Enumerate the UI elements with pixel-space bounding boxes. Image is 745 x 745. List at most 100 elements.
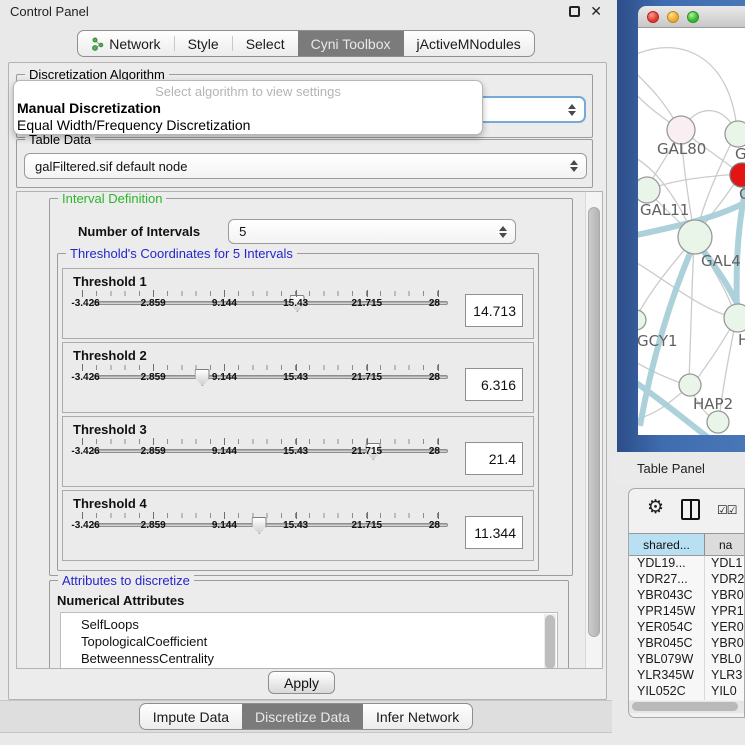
control-panel: Control Panel ✕ Network — [0, 0, 612, 745]
table-panel-titlebar: Table Panel — [612, 452, 745, 485]
svg-text:GAL80: GAL80 — [657, 140, 706, 158]
node-bottom[interactable] — [707, 411, 729, 433]
node-gal4[interactable] — [678, 220, 712, 254]
right-section: GAL80 G C GAL11 GAL4 GCY1 H HAP2 Table P… — [612, 0, 745, 745]
table-data-group: Table Data galFiltered.sif default node — [16, 139, 593, 188]
threshold-box: Threshold 4 11.344 — [62, 490, 534, 561]
threshold-value-field[interactable]: 21.4 — [465, 442, 523, 475]
svg-text:G: G — [735, 145, 745, 163]
tab-style[interactable]: Style — [175, 31, 232, 56]
tab-infer-network[interactable]: Infer Network — [363, 704, 472, 729]
slider-tick-labels: -3.4262.8599.14415.4321.71528 — [82, 298, 438, 310]
table-panel: ⚙ ☑☑ shared... na YDL19...YDL1 YDR27...Y… — [628, 488, 745, 718]
numerical-attributes-label: Numerical Attributes — [57, 593, 568, 608]
threshold-value-field[interactable]: 6.316 — [465, 368, 523, 401]
node-gal11[interactable] — [638, 177, 660, 203]
cyni-toolbox-pane: Discretization Algorithm Table Data galF… — [8, 62, 607, 700]
svg-text:GCY1: GCY1 — [638, 332, 678, 350]
tab-impute-data[interactable]: Impute Data — [140, 704, 242, 729]
table-panel-title: Table Panel — [637, 461, 705, 476]
node-h[interactable] — [724, 304, 745, 332]
settings-scrollpane: Interval Definition Number of Intervals … — [16, 191, 603, 669]
svg-text:HAP2: HAP2 — [693, 395, 733, 413]
table-row[interactable]: YIL052CYIL0 — [629, 684, 744, 700]
panel-title: Control Panel — [10, 4, 89, 19]
tab-jactivemnodules[interactable]: jActiveMNodules — [404, 31, 534, 56]
control-panel-titlebar: Control Panel ✕ — [0, 0, 612, 22]
spinner-arrows-icon[interactable] — [499, 226, 507, 238]
node-gcy1[interactable] — [638, 310, 646, 330]
attributes-list: SelfLoops TopologicalCoefficient Between… — [60, 612, 558, 669]
dropdown-hint: Select algorithm to view settings — [14, 84, 482, 100]
algorithm-dropdown-popup: Select algorithm to view settings Manual… — [13, 80, 483, 135]
tab-discretize-data[interactable]: Discretize Data — [242, 704, 363, 729]
threshold-box: Threshold 2 6.316 — [62, 342, 534, 413]
tab-select[interactable]: Select — [233, 31, 298, 56]
number-of-intervals-combobox[interactable]: 5 — [228, 219, 516, 244]
bottom-tabbar: Impute Data Discretize Data Infer Networ… — [0, 700, 612, 733]
table-row[interactable]: YLR345WYLR3 — [629, 668, 744, 684]
list-item[interactable]: SelfLoops — [81, 616, 557, 633]
group-title: Interval Definition — [58, 191, 166, 206]
table-row[interactable]: YER054CYER0 — [629, 620, 744, 636]
column-header-shared[interactable]: shared... — [629, 534, 705, 555]
table-data-combobox[interactable]: galFiltered.sif default node — [24, 153, 587, 179]
slider-ticks — [82, 365, 438, 370]
svg-text:H: H — [738, 331, 745, 349]
table-header-row: shared... na — [629, 533, 744, 556]
close-icon[interactable]: ✕ — [590, 6, 602, 17]
network-canvas[interactable]: GAL80 G C GAL11 GAL4 GCY1 H HAP2 — [638, 28, 745, 435]
network-desktop: GAL80 G C GAL11 GAL4 GCY1 H HAP2 — [617, 0, 745, 452]
spinner-arrows-icon[interactable] — [570, 160, 578, 172]
svg-text:GAL4: GAL4 — [701, 252, 741, 270]
table-row[interactable]: YDR27...YDR2 — [629, 572, 744, 588]
settings-scrollbar[interactable] — [585, 192, 602, 668]
zoom-traffic-button[interactable] — [687, 11, 699, 23]
dropdown-option[interactable]: Manual Discretization — [14, 100, 482, 117]
select-columns-icon[interactable]: ☑☑ — [717, 503, 737, 517]
table-horizontal-scrollbar[interactable] — [629, 701, 744, 713]
minimize-traffic-button[interactable] — [667, 11, 679, 23]
apply-button[interactable]: Apply — [268, 671, 335, 694]
network-graph: GAL80 G C GAL11 GAL4 GCY1 H HAP2 — [638, 28, 745, 435]
column-header-name[interactable]: na — [705, 534, 744, 555]
close-traffic-button[interactable] — [647, 11, 659, 23]
table-row[interactable]: YBR043CYBR0 — [629, 588, 744, 604]
slider-tick-labels: -3.4262.8599.14415.4321.71528 — [82, 372, 438, 384]
group-title: Attributes to discretize — [58, 573, 194, 588]
thresholds-group: Threshold's Coordinates for 5 Intervals … — [57, 253, 539, 571]
threshold-value-field[interactable]: 11.344 — [465, 516, 523, 549]
attributes-group: Attributes to discretize Numerical Attri… — [49, 580, 569, 669]
table-body: YDL19...YDL1 YDR27...YDR2 YBR043CYBR0 YP… — [629, 556, 744, 700]
svg-text:GAL11: GAL11 — [640, 201, 689, 219]
tab-network[interactable]: Network — [78, 31, 173, 56]
node-hap2[interactable] — [679, 374, 701, 396]
network-icon — [91, 37, 104, 51]
number-of-intervals-label: Number of Intervals — [78, 224, 200, 239]
slider-ticks — [82, 513, 438, 518]
threshold-box: Threshold 3 21.4 — [62, 416, 534, 487]
float-window-icon[interactable] — [569, 6, 580, 17]
node-top-right[interactable] — [725, 121, 745, 147]
spinner-arrows-icon[interactable] — [568, 104, 576, 116]
group-title: Threshold's Coordinates for 5 Intervals — [66, 246, 297, 261]
column-layout-icon[interactable] — [681, 499, 700, 520]
list-item[interactable]: TopologicalCoefficient — [81, 633, 557, 650]
dropdown-option[interactable]: Equal Width/Frequency Discretization — [14, 117, 482, 134]
table-row[interactable]: YBR045CYBR0 — [629, 636, 744, 652]
network-window-titlebar[interactable] — [638, 6, 745, 28]
slider-ticks — [82, 291, 438, 296]
table-row[interactable]: YPR145WYPR1 — [629, 604, 744, 620]
gear-icon[interactable]: ⚙ — [647, 498, 664, 518]
list-scrollbar[interactable] — [544, 614, 556, 669]
threshold-value-field[interactable]: 14.713 — [465, 294, 523, 327]
list-item[interactable]: BetweennessCentrality — [81, 650, 557, 667]
table-row[interactable]: YDL19...YDL1 — [629, 556, 744, 572]
tab-cyni-toolbox[interactable]: Cyni Toolbox — [298, 31, 404, 56]
screen: Control Panel ✕ Network — [0, 0, 745, 745]
top-tabbar: Network Style Select Cyni Toolbox jActiv… — [0, 30, 612, 57]
table-row[interactable]: YBL079WYBL0 — [629, 652, 744, 668]
slider-tick-labels: -3.4262.8599.14415.4321.71528 — [82, 446, 438, 458]
threshold-box: Threshold 1 14.713 — [62, 268, 534, 339]
slider-tick-labels: -3.4262.8599.14415.4321.71528 — [82, 520, 438, 532]
